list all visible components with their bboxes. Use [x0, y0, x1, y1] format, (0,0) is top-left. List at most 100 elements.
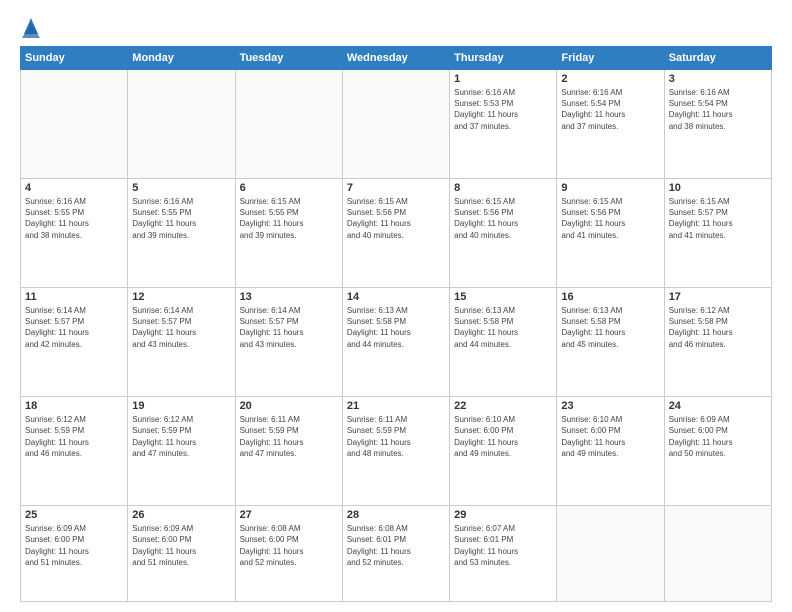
day-info: Sunrise: 6:16 AM Sunset: 5:55 PM Dayligh… — [25, 196, 123, 241]
calendar-cell: 18 Sunrise: 6:12 AM Sunset: 5:59 PM Dayli… — [21, 397, 128, 506]
day-info: Sunrise: 6:14 AM Sunset: 5:57 PM Dayligh… — [25, 305, 123, 350]
day-info: Sunrise: 6:15 AM Sunset: 5:56 PM Dayligh… — [454, 196, 552, 241]
day-info: Sunrise: 6:16 AM Sunset: 5:53 PM Dayligh… — [454, 87, 552, 132]
day-number: 12 — [132, 291, 230, 303]
calendar-cell: 3 Sunrise: 6:16 AM Sunset: 5:54 PM Daylig… — [664, 70, 771, 179]
calendar-cell: 2 Sunrise: 6:16 AM Sunset: 5:54 PM Daylig… — [557, 70, 664, 179]
header-cell-tuesday: Tuesday — [235, 47, 342, 70]
calendar-cell: 10 Sunrise: 6:15 AM Sunset: 5:57 PM Dayli… — [664, 179, 771, 288]
day-info: Sunrise: 6:16 AM Sunset: 5:54 PM Dayligh… — [561, 87, 659, 132]
day-number: 20 — [240, 400, 338, 412]
week-row-2: 11Sunrise: 6:14 AM Sunset: 5:57 PM Dayli… — [21, 288, 772, 397]
day-info: Sunrise: 6:13 AM Sunset: 5:58 PM Dayligh… — [454, 305, 552, 350]
day-info: Sunrise: 6:09 AM Sunset: 6:00 PM Dayligh… — [25, 523, 123, 568]
calendar-cell: 12Sunrise: 6:14 AM Sunset: 5:57 PM Dayli… — [128, 288, 235, 397]
page: SundayMondayTuesdayWednesdayThursdayFrid… — [0, 0, 792, 612]
day-number: 13 — [240, 291, 338, 303]
day-number: 7 — [347, 182, 445, 194]
calendar-cell — [557, 506, 664, 602]
day-number: 27 — [240, 509, 338, 521]
day-number: 1 — [454, 73, 552, 85]
calendar-cell: 5 Sunrise: 6:16 AM Sunset: 5:55 PM Daylig… — [128, 179, 235, 288]
day-info: Sunrise: 6:15 AM Sunset: 5:57 PM Dayligh… — [669, 196, 767, 241]
calendar-cell: 29 Sunrise: 6:07 AM Sunset: 6:01 PM Dayli… — [450, 506, 557, 602]
day-info: Sunrise: 6:15 AM Sunset: 5:55 PM Dayligh… — [240, 196, 338, 241]
calendar-cell: 23 Sunrise: 6:10 AM Sunset: 6:00 PM Dayli… — [557, 397, 664, 506]
day-number: 14 — [347, 291, 445, 303]
day-info: Sunrise: 6:16 AM Sunset: 5:54 PM Dayligh… — [669, 87, 767, 132]
day-number: 8 — [454, 182, 552, 194]
week-row-3: 18 Sunrise: 6:12 AM Sunset: 5:59 PM Dayli… — [21, 397, 772, 506]
day-info: Sunrise: 6:13 AM Sunset: 5:58 PM Dayligh… — [347, 305, 445, 350]
day-number: 28 — [347, 509, 445, 521]
day-info: Sunrise: 6:12 AM Sunset: 5:58 PM Dayligh… — [669, 305, 767, 350]
day-number: 6 — [240, 182, 338, 194]
calendar-cell: 4 Sunrise: 6:16 AM Sunset: 5:55 PM Daylig… — [21, 179, 128, 288]
calendar-cell: 14 Sunrise: 6:13 AM Sunset: 5:58 PM Dayli… — [342, 288, 449, 397]
day-number: 24 — [669, 400, 767, 412]
calendar-cell — [21, 70, 128, 179]
day-info: Sunrise: 6:15 AM Sunset: 5:56 PM Dayligh… — [347, 196, 445, 241]
day-number: 10 — [669, 182, 767, 194]
day-number: 19 — [132, 400, 230, 412]
day-info: Sunrise: 6:12 AM Sunset: 5:59 PM Dayligh… — [25, 414, 123, 459]
day-number: 9 — [561, 182, 659, 194]
calendar-cell: 1 Sunrise: 6:16 AM Sunset: 5:53 PM Daylig… — [450, 70, 557, 179]
header-cell-saturday: Saturday — [664, 47, 771, 70]
calendar-cell: 22 Sunrise: 6:10 AM Sunset: 6:00 PM Dayli… — [450, 397, 557, 506]
day-number: 21 — [347, 400, 445, 412]
calendar-cell: 11Sunrise: 6:14 AM Sunset: 5:57 PM Dayli… — [21, 288, 128, 397]
day-info: Sunrise: 6:11 AM Sunset: 5:59 PM Dayligh… — [347, 414, 445, 459]
day-number: 4 — [25, 182, 123, 194]
calendar-cell: 27 Sunrise: 6:08 AM Sunset: 6:00 PM Dayli… — [235, 506, 342, 602]
day-number: 3 — [669, 73, 767, 85]
day-number: 25 — [25, 509, 123, 521]
calendar-cell: 9 Sunrise: 6:15 AM Sunset: 5:56 PM Daylig… — [557, 179, 664, 288]
day-info: Sunrise: 6:12 AM Sunset: 5:59 PM Dayligh… — [132, 414, 230, 459]
day-info: Sunrise: 6:10 AM Sunset: 6:00 PM Dayligh… — [454, 414, 552, 459]
day-info: Sunrise: 6:08 AM Sunset: 6:01 PM Dayligh… — [347, 523, 445, 568]
week-row-1: 4 Sunrise: 6:16 AM Sunset: 5:55 PM Daylig… — [21, 179, 772, 288]
day-info: Sunrise: 6:09 AM Sunset: 6:00 PM Dayligh… — [132, 523, 230, 568]
day-info: Sunrise: 6:08 AM Sunset: 6:00 PM Dayligh… — [240, 523, 338, 568]
calendar-cell: 24 Sunrise: 6:09 AM Sunset: 6:00 PM Dayli… — [664, 397, 771, 506]
day-number: 5 — [132, 182, 230, 194]
calendar-cell: 28 Sunrise: 6:08 AM Sunset: 6:01 PM Dayli… — [342, 506, 449, 602]
logo — [20, 20, 40, 38]
header-cell-thursday: Thursday — [450, 47, 557, 70]
calendar-table: SundayMondayTuesdayWednesdayThursdayFrid… — [20, 46, 772, 602]
header-row: SundayMondayTuesdayWednesdayThursdayFrid… — [21, 47, 772, 70]
calendar-cell — [342, 70, 449, 179]
calendar-cell: 19 Sunrise: 6:12 AM Sunset: 5:59 PM Dayli… — [128, 397, 235, 506]
day-number: 15 — [454, 291, 552, 303]
calendar-cell: 8 Sunrise: 6:15 AM Sunset: 5:56 PM Daylig… — [450, 179, 557, 288]
day-info: Sunrise: 6:07 AM Sunset: 6:01 PM Dayligh… — [454, 523, 552, 568]
calendar-cell — [235, 70, 342, 179]
day-number: 29 — [454, 509, 552, 521]
calendar-cell: 20 Sunrise: 6:11 AM Sunset: 5:59 PM Dayli… — [235, 397, 342, 506]
day-number: 18 — [25, 400, 123, 412]
day-info: Sunrise: 6:16 AM Sunset: 5:55 PM Dayligh… — [132, 196, 230, 241]
day-info: Sunrise: 6:13 AM Sunset: 5:58 PM Dayligh… — [561, 305, 659, 350]
day-number: 2 — [561, 73, 659, 85]
day-info: Sunrise: 6:14 AM Sunset: 5:57 PM Dayligh… — [240, 305, 338, 350]
calendar-cell: 21 Sunrise: 6:11 AM Sunset: 5:59 PM Dayli… — [342, 397, 449, 506]
calendar-cell: 16 Sunrise: 6:13 AM Sunset: 5:58 PM Dayli… — [557, 288, 664, 397]
calendar-cell: 13 Sunrise: 6:14 AM Sunset: 5:57 PM Dayli… — [235, 288, 342, 397]
header-cell-wednesday: Wednesday — [342, 47, 449, 70]
header-cell-monday: Monday — [128, 47, 235, 70]
week-row-0: 1 Sunrise: 6:16 AM Sunset: 5:53 PM Daylig… — [21, 70, 772, 179]
day-info: Sunrise: 6:10 AM Sunset: 6:00 PM Dayligh… — [561, 414, 659, 459]
calendar-cell: 7 Sunrise: 6:15 AM Sunset: 5:56 PM Daylig… — [342, 179, 449, 288]
day-number: 22 — [454, 400, 552, 412]
calendar-cell: 25 Sunrise: 6:09 AM Sunset: 6:00 PM Dayli… — [21, 506, 128, 602]
day-info: Sunrise: 6:09 AM Sunset: 6:00 PM Dayligh… — [669, 414, 767, 459]
day-info: Sunrise: 6:11 AM Sunset: 5:59 PM Dayligh… — [240, 414, 338, 459]
week-row-4: 25 Sunrise: 6:09 AM Sunset: 6:00 PM Dayli… — [21, 506, 772, 602]
day-number: 16 — [561, 291, 659, 303]
header-cell-friday: Friday — [557, 47, 664, 70]
day-info: Sunrise: 6:15 AM Sunset: 5:56 PM Dayligh… — [561, 196, 659, 241]
logo-icon — [22, 16, 40, 38]
day-number: 23 — [561, 400, 659, 412]
day-number: 17 — [669, 291, 767, 303]
